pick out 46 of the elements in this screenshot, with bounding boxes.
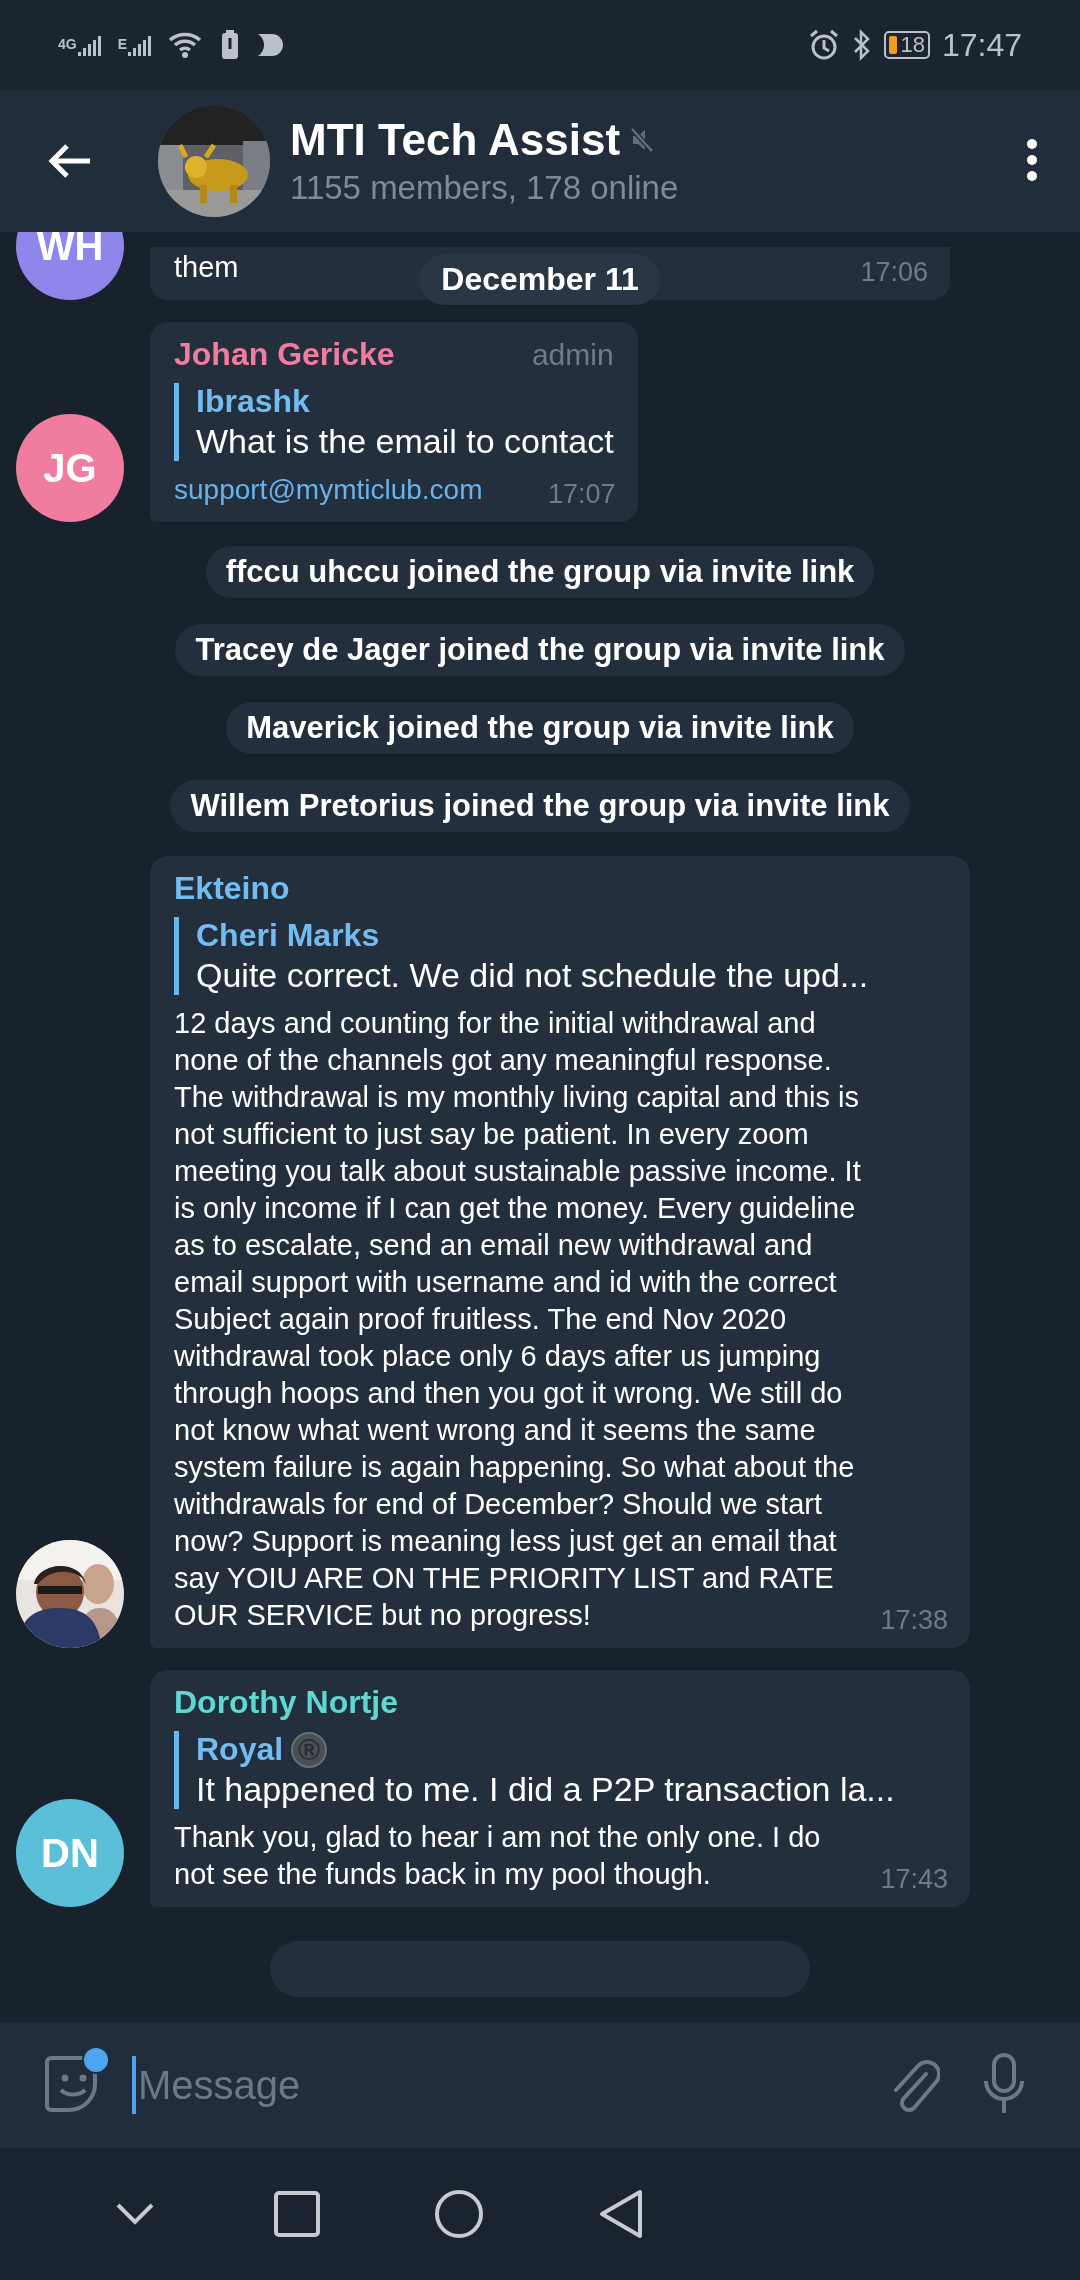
admin-label: admin <box>531 338 614 372</box>
reply-text: What is the email to contact <box>196 422 614 461</box>
reply-author: Ibrashk <box>196 383 310 420</box>
clock: 17:47 <box>941 26 1022 64</box>
message-time: 17:38 <box>880 1605 948 1636</box>
message-time: 17:07 <box>548 479 616 510</box>
badge-icon: ® <box>291 1731 328 1768</box>
signal-icon <box>128 33 153 57</box>
back-icon[interactable] <box>598 2189 644 2239</box>
message-bar[interactable]: Message <box>0 2022 1080 2148</box>
email-link[interactable]: support@mymticlub.com <box>174 471 483 508</box>
reply-text: It happened to me. I did a P2P transaction la... <box>196 1770 896 1809</box>
alarm-icon <box>808 29 841 61</box>
sender-name[interactable]: Johan Gericke <box>174 336 395 373</box>
reply-quote[interactable]: Ibrashk What is the email to contact <box>174 383 614 461</box>
reply-quote[interactable]: Cheri Marks Quite correct. We did not schedule the upd... <box>174 917 946 995</box>
sender-name[interactable]: Dorothy Nortje <box>174 1684 398 1721</box>
chevron-down-icon[interactable] <box>115 2202 155 2226</box>
chat-title: MTI Tech Assist <box>290 115 621 165</box>
date-badge: December 11 <box>419 254 661 305</box>
service-message: ffccu uhccu joined the group via invite link <box>205 546 875 598</box>
home-icon[interactable] <box>434 2189 484 2239</box>
network-label: E <box>117 35 128 52</box>
menu-icon[interactable] <box>1026 137 1038 182</box>
message-time: 17:06 <box>860 257 928 288</box>
reply-author: Royal <box>196 1731 284 1768</box>
signal-icon <box>77 33 102 57</box>
battery-icon: 18 <box>884 31 930 59</box>
reply-quote[interactable]: Royal ® It happened to me. I did a P2P transaction la... <box>174 1731 946 1809</box>
message-time: 17:43 <box>880 1864 948 1895</box>
recent-apps-icon[interactable] <box>274 2191 320 2237</box>
service-message: Tracey de Jager joined the group via invite link <box>175 624 905 676</box>
message-field[interactable]: Message <box>132 2056 858 2114</box>
network-label: 4G <box>58 35 77 52</box>
message-text: them <box>174 250 239 285</box>
message-text: Thank you, glad to hear i am not the only one. I do not see the funds back in my pool though. <box>174 1820 822 1892</box>
service-message: Willem Pretorius joined the group via invite link <box>170 780 910 832</box>
message-text: 12 days and counting for the initial withdrawal and none of the channels got any meaningful response. The withdrawal is my monthly living capital and this is not sufficient to just say be patient. In every zoom meeting you talk about sustainable passive income. It is only income if I can get the money. Every guideline as to escalate, send an email new withdrawal and email support with username and id with the correct Subject again proof fruitless. The end Nov 2020 withdrawal took place only 6 days after us jumping through hoops and then you got it wrong. We still do not know what went wrong and it seems the same system failure is again happening. So what about the withdrawals for end of December? Should we start now? Support is meaning less just get an email that say YOIU ARE ON THE PRIORITY LIST and RATE OUR SERVICE but no progress! <box>174 1006 862 1633</box>
member-count: 1155 members, 178 online <box>290 169 679 207</box>
reply-text: Quite correct. We did not schedule the upd... <box>196 956 870 995</box>
sender-name[interactable]: Ekteino <box>174 870 290 907</box>
reply-author: Cheri Marks <box>196 917 380 954</box>
service-message: Maverick joined the group via invite link <box>226 702 854 754</box>
battery-alert-icon <box>220 30 241 60</box>
back-arrow-icon[interactable] <box>48 143 92 179</box>
microphone-icon[interactable] <box>982 2052 1026 2115</box>
